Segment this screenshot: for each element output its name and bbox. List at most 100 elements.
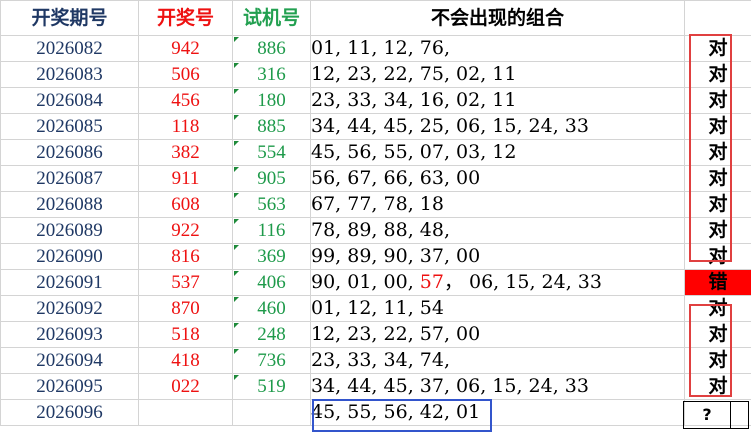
combo-cell[interactable]: 78, 89, 88, 48,: [310, 217, 685, 244]
combo-cell[interactable]: 34, 44, 45, 37, 06, 15, 24, 33: [310, 373, 685, 400]
header-trial-number[interactable]: 试机号: [232, 0, 311, 36]
period-cell[interactable]: 2026092: [0, 295, 139, 322]
table-row: 2026086 382 554 45, 56, 55, 07, 03, 12 对: [0, 139, 751, 166]
table-row: 2026095 022 519 34, 44, 45, 37, 06, 15, …: [0, 373, 751, 400]
combo-cell[interactable]: 90, 01, 00, 57， 06, 15, 24, 33: [310, 269, 685, 296]
draw-number-cell[interactable]: 506: [138, 61, 233, 88]
period-cell[interactable]: 2026095: [0, 373, 139, 400]
trial-number-cell[interactable]: 905: [232, 165, 311, 192]
header-period[interactable]: 开奖期号: [0, 0, 139, 36]
combo-cell[interactable]: 12, 23, 22, 57, 00: [310, 321, 685, 348]
table-row: 2026085 118 885 34, 44, 45, 25, 06, 15, …: [0, 113, 751, 140]
combo-cell[interactable]: 23, 33, 34, 16, 02, 11: [310, 87, 685, 114]
draw-number-cell[interactable]: 456: [138, 87, 233, 114]
table-row: 2026087 911 905 56, 67, 66, 63, 00 对: [0, 165, 751, 192]
period-cell[interactable]: 2026093: [0, 321, 139, 348]
table-row: 2026092 870 460 01, 12, 11, 54 对: [0, 295, 751, 322]
trial-number-cell[interactable]: 554: [232, 139, 311, 166]
header-excluded-combos[interactable]: 不会出现的组合: [310, 0, 685, 36]
draw-number-cell[interactable]: 608: [138, 191, 233, 218]
draw-number-cell[interactable]: 537: [138, 269, 233, 296]
period-cell[interactable]: 2026086: [0, 139, 139, 166]
draw-number-cell[interactable]: [138, 399, 233, 426]
combo-cell[interactable]: 34, 44, 45, 25, 06, 15, 24, 33: [310, 113, 685, 140]
trial-number-cell[interactable]: 116: [232, 217, 311, 244]
result-cell[interactable]: 对: [684, 113, 751, 140]
table-row: 2026088 608 563 67, 77, 78, 18 对: [0, 191, 751, 218]
header-result[interactable]: [684, 0, 751, 36]
combo-cell[interactable]: 56, 67, 66, 63, 00: [310, 165, 685, 192]
pending-result-box: ?: [683, 401, 749, 429]
result-cell[interactable]: 对: [684, 61, 751, 88]
trial-number-cell[interactable]: 563: [232, 191, 311, 218]
header-draw-number[interactable]: 开奖号: [138, 0, 233, 36]
combo-cell[interactable]: 67, 77, 78, 18: [310, 191, 685, 218]
trial-number-cell[interactable]: 316: [232, 61, 311, 88]
period-cell[interactable]: 2026083: [0, 61, 139, 88]
table-row: 2026090 816 369 99, 89, 90, 37, 00 对: [0, 243, 751, 270]
period-cell[interactable]: 2026084: [0, 87, 139, 114]
trial-number-cell[interactable]: 406: [232, 269, 311, 296]
combo-cell[interactable]: 01, 12, 11, 54: [310, 295, 685, 322]
combo-cell[interactable]: 45, 56, 55, 07, 03, 12: [310, 139, 685, 166]
draw-number-cell[interactable]: 418: [138, 347, 233, 374]
result-cell[interactable]: 对: [684, 373, 751, 400]
table-row: 2026089 922 116 78, 89, 88, 48, 对: [0, 217, 751, 244]
result-cell[interactable]: 对: [684, 217, 751, 244]
lottery-table: 开奖期号 开奖号 试机号 不会出现的组合 2026082 942 886 01,…: [0, 0, 751, 426]
draw-number-cell[interactable]: 922: [138, 217, 233, 244]
draw-number-cell[interactable]: 118: [138, 113, 233, 140]
draw-number-cell[interactable]: 518: [138, 321, 233, 348]
divider: [730, 402, 731, 428]
trial-number-cell[interactable]: 519: [232, 373, 311, 400]
combo-cell[interactable]: 45, 55, 56, 42, 01: [310, 399, 685, 426]
draw-number-cell[interactable]: 942: [138, 35, 233, 62]
result-cell[interactable]: 对: [684, 165, 751, 192]
result-cell[interactable]: 对: [684, 321, 751, 348]
result-cell-error[interactable]: 错: [684, 269, 751, 296]
period-cell[interactable]: 2026087: [0, 165, 139, 192]
period-cell[interactable]: 2026090: [0, 243, 139, 270]
trial-number-cell[interactable]: [232, 399, 311, 426]
result-cell[interactable]: 对: [684, 87, 751, 114]
period-cell[interactable]: 2026096: [0, 399, 139, 426]
period-cell[interactable]: 2026089: [0, 217, 139, 244]
combo-miss-highlight: 57: [419, 271, 444, 293]
draw-number-cell[interactable]: 382: [138, 139, 233, 166]
table-row: 2026082 942 886 01, 11, 12, 76, 对: [0, 35, 751, 62]
table-row: 2026093 518 248 12, 23, 22, 57, 00 对: [0, 321, 751, 348]
trial-number-cell[interactable]: 460: [232, 295, 311, 322]
combo-text: 90, 01, 00,: [311, 271, 420, 293]
result-cell[interactable]: 对: [684, 139, 751, 166]
result-cell[interactable]: 对: [684, 243, 751, 270]
trial-number-cell[interactable]: 248: [232, 321, 311, 348]
trial-number-cell[interactable]: 369: [232, 243, 311, 270]
header-row: 开奖期号 开奖号 试机号 不会出现的组合: [0, 0, 751, 36]
trial-number-cell[interactable]: 886: [232, 35, 311, 62]
draw-number-cell[interactable]: 816: [138, 243, 233, 270]
period-cell[interactable]: 2026085: [0, 113, 139, 140]
result-cell[interactable]: 对: [684, 35, 751, 62]
table-row: 2026094 418 736 23, 33, 34, 74, 对: [0, 347, 751, 374]
result-cell[interactable]: 对: [684, 191, 751, 218]
table-row: 2026083 506 316 12, 23, 22, 75, 02, 11 对: [0, 61, 751, 88]
period-cell[interactable]: 2026091: [0, 269, 139, 296]
table-row: 2026096 45, 55, 56, 42, 01: [0, 399, 751, 426]
trial-number-cell[interactable]: 736: [232, 347, 311, 374]
result-cell[interactable]: 对: [684, 295, 751, 322]
combo-cell[interactable]: 99, 89, 90, 37, 00: [310, 243, 685, 270]
draw-number-cell[interactable]: 870: [138, 295, 233, 322]
combo-cell[interactable]: 12, 23, 22, 75, 02, 11: [310, 61, 685, 88]
draw-number-cell[interactable]: 911: [138, 165, 233, 192]
period-cell[interactable]: 2026082: [0, 35, 139, 62]
combo-text: ， 06, 15, 24, 33: [443, 271, 602, 293]
table-row: 2026091 537 406 90, 01, 00, 57， 06, 15, …: [0, 269, 751, 296]
result-cell[interactable]: 对: [684, 347, 751, 374]
combo-cell[interactable]: 01, 11, 12, 76,: [310, 35, 685, 62]
trial-number-cell[interactable]: 885: [232, 113, 311, 140]
draw-number-cell[interactable]: 022: [138, 373, 233, 400]
period-cell[interactable]: 2026094: [0, 347, 139, 374]
period-cell[interactable]: 2026088: [0, 191, 139, 218]
combo-cell[interactable]: 23, 33, 34, 74,: [310, 347, 685, 374]
trial-number-cell[interactable]: 180: [232, 87, 311, 114]
